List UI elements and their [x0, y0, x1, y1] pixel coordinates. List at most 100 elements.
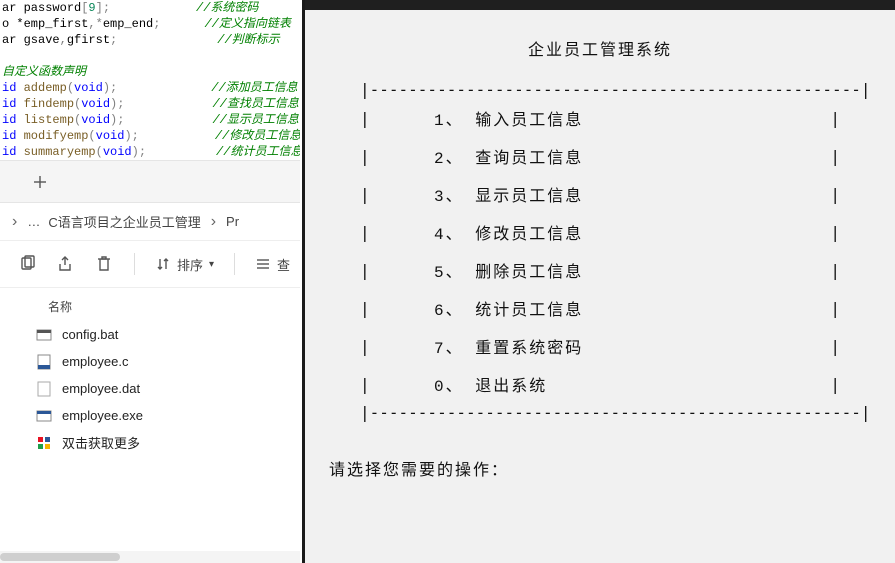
code-text: modifyemp: [24, 129, 89, 143]
code-text: findemp: [24, 97, 74, 111]
code-text: password: [24, 1, 82, 15]
code-text: o *: [2, 17, 24, 31]
toolbar-divider: [234, 253, 235, 275]
file-name: employee.dat: [62, 381, 140, 396]
menu-label: 6、 统计员工信息: [378, 296, 822, 320]
menu-box: |---------------------------------------…: [360, 80, 840, 422]
file-name: config.bat: [62, 327, 118, 342]
code-comment: //查找员工信息: [212, 97, 298, 111]
code-text: ,*: [88, 17, 102, 31]
view-button[interactable]: 查: [255, 255, 290, 274]
menu-item: |7、 重置系统密码|: [360, 327, 840, 365]
code-comment: //判断标示: [217, 33, 279, 47]
c-file-icon: [36, 354, 52, 370]
code-text: ar: [2, 1, 24, 15]
code-text: void: [81, 113, 110, 127]
list-icon: [255, 256, 271, 272]
explorer-tabbar: [0, 160, 300, 202]
chevron-right-icon[interactable]: ›: [205, 213, 222, 231]
plus-icon: [33, 175, 47, 189]
list-item[interactable]: 双击获取更多: [0, 429, 300, 456]
list-item[interactable]: employee.exe: [0, 402, 300, 429]
code-text: emp_end: [103, 17, 153, 31]
horizontal-scrollbar[interactable]: [0, 551, 300, 563]
code-text: gfirst: [67, 33, 110, 47]
file-name: employee.c: [62, 354, 128, 369]
breadcrumb: › … C语言项目之企业员工管理 › Pr: [0, 202, 300, 240]
menu-item: |0、 退出系统|: [360, 365, 840, 403]
file-name: employee.exe: [62, 408, 143, 423]
prompt-text: 请选择您需要的操作：: [325, 456, 875, 480]
toolbar-divider: [134, 253, 135, 275]
code-comment: 自定义函数声明: [2, 65, 86, 79]
explorer-toolbar: 排序 ▾ 查: [0, 240, 300, 288]
code-text: id: [2, 129, 24, 143]
code-text: ar: [2, 33, 24, 47]
menu-label: 0、 退出系统: [378, 372, 822, 396]
menu-item: |5、 删除员工信息|: [360, 251, 840, 289]
dash-line: |---------------------------------------…: [360, 403, 840, 422]
code-text: 9: [88, 1, 95, 15]
menu-label: 3、 显示员工信息: [378, 182, 822, 206]
menu-label: 2、 查询员工信息: [378, 144, 822, 168]
code-text: ,: [60, 33, 67, 47]
menu-label: 5、 删除员工信息: [378, 258, 822, 282]
code-text: id: [2, 113, 24, 127]
code-comment: //统计员工信息: [216, 145, 300, 159]
breadcrumb-sub[interactable]: Pr: [222, 214, 243, 229]
dash-line: |---------------------------------------…: [360, 80, 840, 99]
code-text: void: [96, 129, 125, 143]
file-name: 双击获取更多: [62, 433, 140, 452]
sort-label: 排序: [177, 255, 203, 274]
menu-item: |4、 修改员工信息|: [360, 213, 840, 251]
code-text: void: [103, 145, 132, 159]
menu-item: |2、 查询员工信息|: [360, 137, 840, 175]
column-header-name[interactable]: 名称: [0, 294, 300, 321]
dat-file-icon: [36, 381, 52, 397]
scrollbar-thumb[interactable]: [0, 553, 120, 561]
code-text: void: [74, 81, 103, 95]
app-title: 企业员工管理系统: [325, 36, 875, 80]
code-text: listemp: [24, 113, 74, 127]
code-text: gsave: [24, 33, 60, 47]
code-text: ;: [153, 17, 160, 31]
code-text: ;: [110, 33, 117, 47]
breadcrumb-overflow[interactable]: …: [23, 214, 44, 229]
code-text: id: [2, 145, 24, 159]
share-icon[interactable]: [56, 254, 76, 274]
code-comment: //修改员工信息: [215, 129, 300, 143]
code-comment: //显示员工信息: [212, 113, 298, 127]
list-item[interactable]: employee.c: [0, 348, 300, 375]
code-text: ];: [96, 1, 110, 15]
code-text: id: [2, 97, 24, 111]
list-item[interactable]: config.bat: [0, 321, 300, 348]
code-comment: //添加员工信息: [211, 81, 297, 95]
chevron-down-icon: ▾: [209, 259, 214, 270]
copy-icon[interactable]: [18, 254, 38, 274]
more-icon: [36, 435, 52, 451]
menu-item: |1、 输入员工信息|: [360, 99, 840, 137]
code-text: summaryemp: [24, 145, 96, 159]
console-output[interactable]: 企业员工管理系统 |------------------------------…: [305, 10, 895, 480]
code-text: addemp: [24, 81, 67, 95]
code-text: emp_first: [24, 17, 89, 31]
console-titlebar[interactable]: [305, 0, 895, 10]
code-editor[interactable]: ar password[9];//系统密码 o *emp_first,*emp_…: [0, 0, 300, 160]
trash-icon[interactable]: [94, 254, 114, 274]
menu-label: 1、 输入员工信息: [378, 106, 822, 130]
view-label: 查: [277, 255, 290, 274]
code-text: void: [81, 97, 110, 111]
file-list: 名称 config.bat employee.c employee.dat em…: [0, 288, 300, 456]
sort-button[interactable]: 排序 ▾: [155, 255, 214, 274]
new-tab-button[interactable]: [25, 167, 55, 197]
menu-item: |6、 统计员工信息|: [360, 289, 840, 327]
menu-label: 4、 修改员工信息: [378, 220, 822, 244]
code-comment: //系统密码: [196, 1, 258, 15]
menu-label: 7、 重置系统密码: [378, 334, 822, 358]
chevron-right-icon[interactable]: ›: [6, 213, 23, 231]
list-item[interactable]: employee.dat: [0, 375, 300, 402]
bat-file-icon: [36, 327, 52, 343]
console-window: 企业员工管理系统 |------------------------------…: [302, 0, 895, 563]
breadcrumb-folder[interactable]: C语言项目之企业员工管理: [44, 212, 204, 231]
sort-icon: [155, 256, 171, 272]
